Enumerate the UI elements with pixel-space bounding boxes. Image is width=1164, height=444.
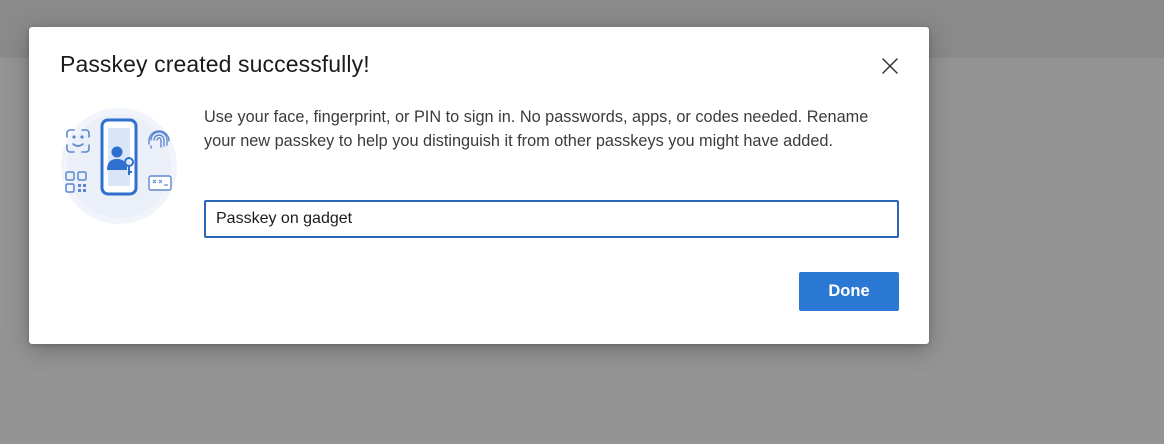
done-button[interactable]: Done — [799, 272, 899, 311]
passkey-created-dialog: Passkey created successfully! Use your f… — [29, 27, 929, 344]
pin-code-icon — [148, 175, 172, 191]
dialog-title: Passkey created successfully! — [60, 51, 370, 77]
dialog-description: Use your face, fingerprint, or PIN to si… — [204, 108, 869, 150]
phone-user-key-icon — [100, 118, 138, 196]
close-icon — [882, 58, 898, 74]
close-button[interactable] — [877, 53, 903, 79]
passkey-illustration — [61, 108, 177, 224]
passkey-name-input[interactable] — [204, 200, 899, 238]
